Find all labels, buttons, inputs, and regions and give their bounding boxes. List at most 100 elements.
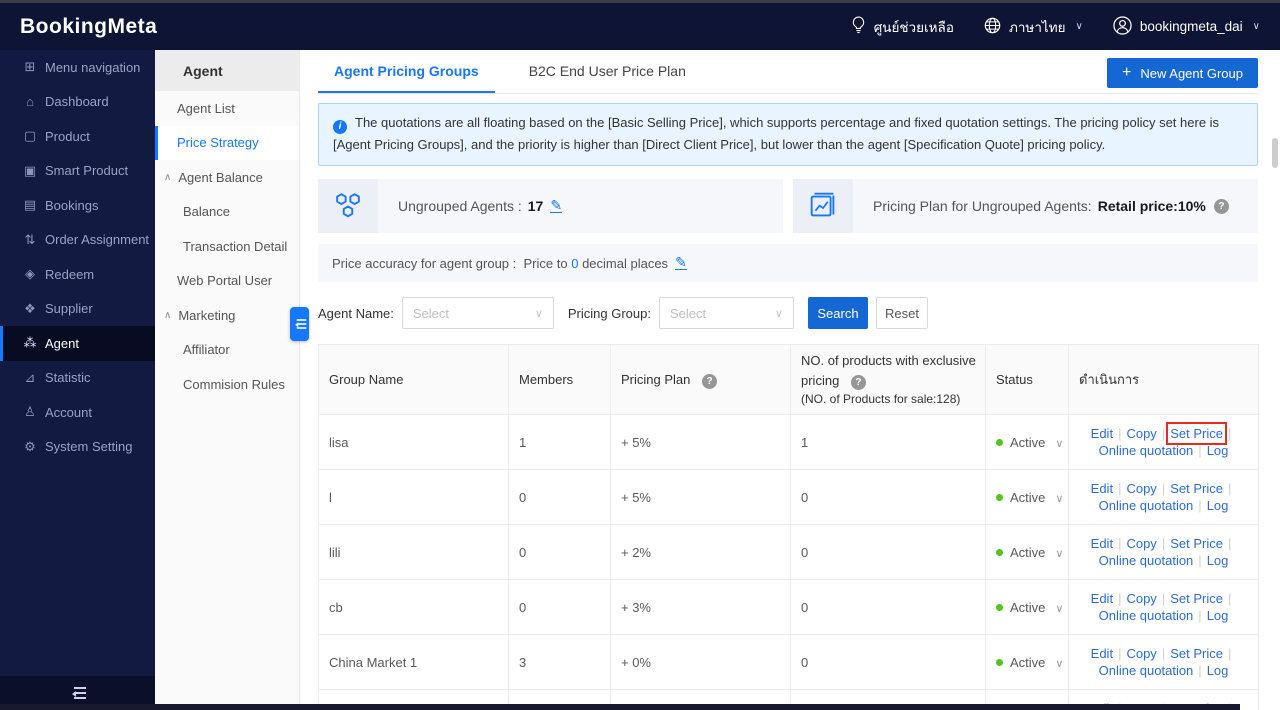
action-set-price[interactable]: Set Price [1170, 646, 1223, 661]
filter-bar: Agent Name: Select ∨ Pricing Group: Sele… [318, 297, 1258, 330]
subnav-item-web-portal-user[interactable]: Web Portal User [155, 264, 299, 299]
subnav-item-transaction-detail[interactable]: Transaction Detail [155, 229, 299, 264]
help-center-menu[interactable]: ศูนย์ช่วยเหลือ [851, 16, 954, 38]
user-account-menu[interactable]: bookingmeta_dai ∨ [1113, 15, 1260, 38]
question-icon[interactable]: ? [702, 373, 717, 389]
action-log[interactable]: Log [1207, 663, 1229, 678]
status-label: Active [1010, 654, 1046, 670]
subnav-item-commision-rules[interactable]: Commision Rules [155, 367, 299, 402]
pricing-group-label: Pricing Group: [567, 305, 651, 321]
subnav-item-balance[interactable]: Balance [155, 195, 299, 230]
action-edit[interactable]: Edit [1091, 426, 1113, 441]
subnav-item-affiliator[interactable]: Affiliator [155, 333, 299, 368]
primary-sidebar: ⊞ Menu navigation ⌂ Dashboard ▢ Product ▣ Smart… [0, 50, 155, 710]
action-set-price[interactable]: Set Price [1170, 536, 1223, 551]
menu-fold-icon [69, 687, 86, 699]
horizontal-scrollbar[interactable] [0, 704, 1240, 710]
actions-line: Online quotation | Log [1073, 552, 1254, 569]
subnav-item-price-strategy[interactable]: Price Strategy [155, 125, 299, 160]
action-log[interactable]: Log [1207, 498, 1229, 513]
chart-squares-icon [793, 179, 853, 234]
action-copy[interactable]: Copy [1126, 426, 1156, 441]
subnav-item-label: Marketing [178, 307, 236, 323]
cell-status[interactable]: Active ∨ [985, 634, 1069, 691]
chevron-down-icon: ∨ [1055, 492, 1064, 505]
statistic-icon: ⊿ [24, 369, 36, 385]
actions-line: Online quotation | Log [1073, 497, 1254, 514]
action-copy[interactable]: Copy [1126, 591, 1156, 606]
status-label: Active [1010, 434, 1046, 450]
table-row: lili 0 + 2% 0 Active ∨ Edit | Copy | Set Price | Onl… [318, 524, 1259, 581]
sidebar-item-order-assignment[interactable]: ⇅ Order Assignment [0, 223, 155, 258]
cell-exclusive-count: 0 [790, 469, 986, 526]
separator: | [1161, 426, 1166, 442]
actions-line: Edit | Copy | Set Price | [1073, 535, 1254, 552]
subnav-item-agent-balance[interactable]: ∧ Agent Balance [155, 160, 299, 195]
cell-status[interactable]: Active ∨ [985, 579, 1069, 636]
action-log[interactable]: Log [1207, 443, 1229, 458]
sidebar-item-statistic[interactable]: ⊿ Statistic [0, 361, 155, 396]
col-pricing-plan: Pricing Plan ? [610, 344, 791, 416]
pricing-group-select[interactable]: Select ∨ [658, 297, 794, 330]
action-edit[interactable]: Edit [1091, 481, 1113, 496]
separator: | [1118, 646, 1122, 662]
sidebar-item-redeem[interactable]: ◈ Redeem [0, 257, 155, 292]
col-members: Members [508, 344, 611, 416]
vertical-scrollbar-thumb[interactable] [1272, 138, 1278, 168]
action-online-quotation[interactable]: Online quotation [1099, 498, 1194, 513]
action-online-quotation[interactable]: Online quotation [1099, 608, 1194, 623]
action-edit[interactable]: Edit [1091, 591, 1113, 606]
sidebar-item-account[interactable]: ♙ Account [0, 395, 155, 430]
action-copy[interactable]: Copy [1126, 536, 1156, 551]
pricing-plan-value: Retail price:10% [1097, 198, 1206, 215]
agent-name-select[interactable]: Select ∨ [401, 297, 554, 330]
tab-agent-pricing-groups[interactable]: Agent Pricing Groups [318, 50, 495, 93]
action-set-price[interactable]: Set Price [1166, 422, 1227, 446]
action-set-price[interactable]: Set Price [1170, 591, 1223, 606]
sidebar-item-system-setting[interactable]: ⚙ System Setting [0, 430, 155, 465]
reset-button[interactable]: Reset [875, 297, 928, 330]
edit-pencil-icon[interactable]: ✎ [675, 255, 687, 271]
action-edit[interactable]: Edit [1091, 646, 1113, 661]
action-online-quotation[interactable]: Online quotation [1099, 663, 1194, 678]
question-icon[interactable]: ? [850, 374, 866, 390]
action-log[interactable]: Log [1207, 608, 1229, 623]
cell-status[interactable]: Active ∨ [985, 524, 1069, 581]
language-menu[interactable]: ภาษาไทย ∨ [984, 16, 1083, 38]
action-edit[interactable]: Edit [1091, 536, 1113, 551]
sidebar-item-smart-product[interactable]: ▣ Smart Product [0, 154, 155, 189]
subnav-item-agent-list[interactable]: Agent List [155, 91, 299, 126]
sidebar-item-agent[interactable]: ⁂ Agent [0, 326, 155, 361]
sidebar-item-product[interactable]: ▢ Product [0, 119, 155, 154]
subnav-collapse-button[interactable] [290, 307, 309, 341]
action-set-price[interactable]: Set Price [1170, 481, 1223, 496]
sidebar-item-dashboard[interactable]: ⌂ Dashboard [0, 85, 155, 120]
cell-members: 1 [508, 414, 611, 471]
gear-icon: ⚙ [24, 438, 36, 454]
sidebar-item-label: System Setting [45, 439, 133, 455]
cell-status[interactable]: Active ∨ [985, 469, 1069, 526]
action-online-quotation[interactable]: Online quotation [1099, 443, 1194, 458]
sidebar-item-label: Menu navigation [45, 59, 141, 75]
cell-exclusive-count: 1 [790, 414, 986, 471]
cell-pricing-plan: + 5% [610, 414, 791, 471]
edit-pencil-icon[interactable]: ✎ [550, 198, 563, 214]
action-copy[interactable]: Copy [1126, 646, 1156, 661]
sidebar-item-bookings[interactable]: ▤ Bookings [0, 188, 155, 223]
sidebar-item-supplier[interactable]: ❖ Supplier [0, 292, 155, 327]
new-agent-group-button[interactable]: + New Agent Group [1107, 58, 1258, 88]
question-icon[interactable]: ? [1213, 198, 1229, 214]
sidebar-item-menu-navigation[interactable]: ⊞ Menu navigation [0, 50, 155, 85]
subnav-item-label: Price Strategy [177, 135, 259, 151]
search-button[interactable]: Search [807, 297, 868, 330]
subnav-item-label: Balance [183, 204, 230, 220]
subnav-item-marketing[interactable]: ∧ Marketing [155, 298, 299, 333]
action-copy[interactable]: Copy [1126, 481, 1156, 496]
cell-status[interactable]: Active ∨ [985, 414, 1069, 471]
price-accuracy-value: 0 [571, 255, 579, 271]
tab-b2c-end-user-price-plan[interactable]: B2C End User Price Plan [513, 50, 702, 93]
table-row: lisa 1 + 5% 1 Active ∨ Edit | Copy | Set Price | Onl… [318, 414, 1259, 471]
action-online-quotation[interactable]: Online quotation [1099, 553, 1194, 568]
action-log[interactable]: Log [1207, 553, 1229, 568]
actions-line: Online quotation | Log [1073, 662, 1254, 679]
